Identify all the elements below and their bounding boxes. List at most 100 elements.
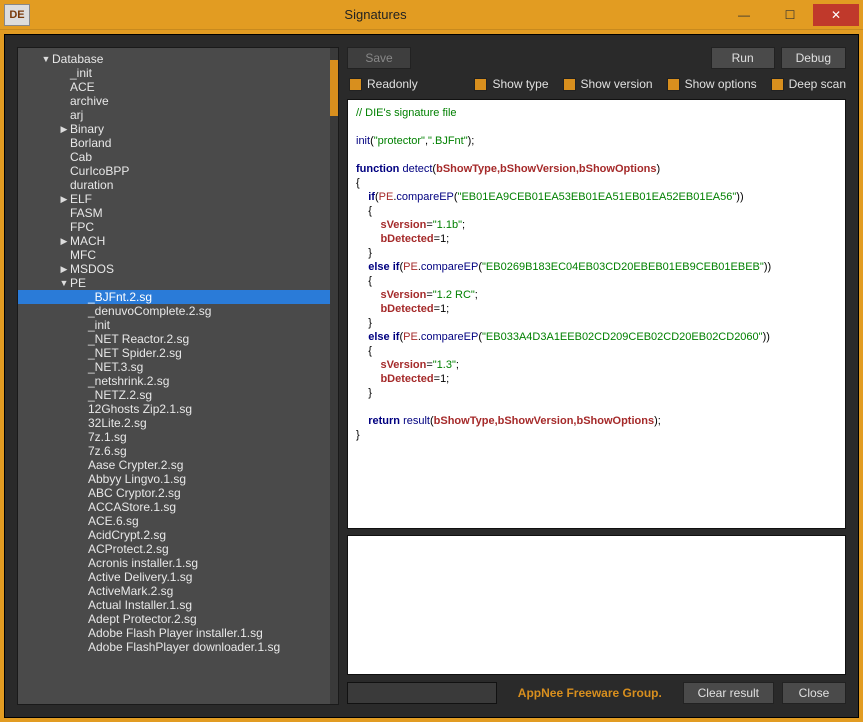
chevron-down-icon: ▼ (58, 276, 70, 290)
tree-item[interactable]: _denuvoComplete.2.sg (18, 304, 330, 318)
code-editor[interactable]: // DIE's signature file init("protector"… (347, 99, 846, 529)
tree-item-label: archive (70, 94, 109, 108)
tree-item-label: MACH (70, 234, 105, 248)
tree-item[interactable]: ▶Binary (18, 122, 330, 136)
tree-item[interactable]: ACE (18, 80, 330, 94)
checkbox-icon (474, 78, 487, 91)
show-version-checkbox[interactable]: Show version (563, 77, 653, 91)
checkbox-icon (563, 78, 576, 91)
show-version-label: Show version (581, 77, 653, 91)
tree-item[interactable]: _NET.3.sg (18, 360, 330, 374)
tree-item[interactable]: ACE.6.sg (18, 514, 330, 528)
tree-item[interactable]: Adept Protector.2.sg (18, 612, 330, 626)
chevron-down-icon: ▼ (40, 52, 52, 66)
tree-item[interactable]: Adobe Flash Player installer.1.sg (18, 626, 330, 640)
tree-item[interactable]: ACCAStore.1.sg (18, 500, 330, 514)
tree-item-label: FPC (70, 220, 94, 234)
tree-item-label: Abbyy Lingvo.1.sg (88, 472, 186, 486)
tree-item[interactable]: 7z.6.sg (18, 444, 330, 458)
minimize-button[interactable]: — (721, 4, 767, 26)
chevron-right-icon: ▶ (58, 192, 70, 206)
tree-item-label: _denuvoComplete.2.sg (88, 304, 211, 318)
tree-item[interactable]: ▼PE (18, 276, 330, 290)
tree-item[interactable]: ▼Database (18, 52, 330, 66)
tree-scrollbar[interactable] (330, 48, 338, 704)
chevron-right-icon: ▶ (58, 122, 70, 136)
show-type-label: Show type (492, 77, 548, 91)
tree-item-label: FASM (70, 206, 103, 220)
tree-item[interactable]: _NET Spider.2.sg (18, 346, 330, 360)
tree-item-label: 7z.6.sg (88, 444, 127, 458)
tree-item[interactable]: Adobe FlashPlayer downloader.1.sg (18, 640, 330, 654)
tree-item-label: 12Ghosts Zip2.1.sg (88, 402, 192, 416)
tree-item-label: Active Delivery.1.sg (88, 570, 192, 584)
tree-item-label: ActiveMark.2.sg (88, 584, 173, 598)
tree-item-label: _netshrink.2.sg (88, 374, 169, 388)
tree-item-label: ACE (70, 80, 95, 94)
signature-tree[interactable]: ▼Database_initACEarchivearj▶BinaryBorlan… (18, 48, 330, 704)
brand-label: AppNee Freeware Group. (505, 686, 675, 700)
tree-item[interactable]: Borland (18, 136, 330, 150)
tree-item[interactable]: 32Lite.2.sg (18, 416, 330, 430)
tree-item[interactable]: arj (18, 108, 330, 122)
tree-item[interactable]: _BJFnt.2.sg (18, 290, 330, 304)
tree-item-label: _NET Reactor.2.sg (88, 332, 189, 346)
tree-item-label: Adobe FlashPlayer downloader.1.sg (88, 640, 280, 654)
tree-item-label: _NET Spider.2.sg (88, 346, 182, 360)
main-panel: ▼Database_initACEarchivearj▶BinaryBorlan… (4, 34, 859, 718)
window-close-button[interactable]: ✕ (813, 4, 859, 26)
tree-item[interactable]: 12Ghosts Zip2.1.sg (18, 402, 330, 416)
tree-item-label: 32Lite.2.sg (88, 416, 147, 430)
tree-item-label: Binary (70, 122, 104, 136)
maximize-button[interactable]: ☐ (767, 4, 813, 26)
tree-item-label: MFC (70, 248, 96, 262)
tree-item-label: PE (70, 276, 86, 290)
tree-item[interactable]: ▶ELF (18, 192, 330, 206)
tree-item[interactable]: FPC (18, 220, 330, 234)
tree-scroll-thumb[interactable] (330, 60, 338, 116)
tree-item[interactable]: AcidCrypt.2.sg (18, 528, 330, 542)
tree-item[interactable]: ActiveMark.2.sg (18, 584, 330, 598)
show-options-checkbox[interactable]: Show options (667, 77, 757, 91)
tree-item-label: 7z.1.sg (88, 430, 127, 444)
tree-item[interactable]: 7z.1.sg (18, 430, 330, 444)
clear-result-button[interactable]: Clear result (683, 682, 774, 704)
tree-item[interactable]: Cab (18, 150, 330, 164)
tree-item[interactable]: ABC Cryptor.2.sg (18, 486, 330, 500)
run-button[interactable]: Run (711, 47, 775, 69)
search-input[interactable] (347, 682, 497, 704)
tree-item-label: ACProtect.2.sg (88, 542, 169, 556)
tree-item[interactable]: Acronis installer.1.sg (18, 556, 330, 570)
output-panel[interactable] (347, 535, 846, 675)
deep-scan-label: Deep scan (789, 77, 846, 91)
chevron-right-icon: ▶ (58, 262, 70, 276)
readonly-checkbox[interactable]: Readonly (349, 77, 418, 91)
tree-item[interactable]: _NET Reactor.2.sg (18, 332, 330, 346)
tree-item[interactable]: Actual Installer.1.sg (18, 598, 330, 612)
tree-item[interactable]: ▶MACH (18, 234, 330, 248)
tree-item[interactable]: _netshrink.2.sg (18, 374, 330, 388)
tree-item[interactable]: archive (18, 94, 330, 108)
checkbox-icon (667, 78, 680, 91)
window-title: Signatures (30, 7, 721, 22)
tree-item[interactable]: duration (18, 178, 330, 192)
deep-scan-checkbox[interactable]: Deep scan (771, 77, 846, 91)
tree-item[interactable]: _init (18, 318, 330, 332)
tree-item[interactable]: Active Delivery.1.sg (18, 570, 330, 584)
tree-item-label: Adept Protector.2.sg (88, 612, 197, 626)
show-options-label: Show options (685, 77, 757, 91)
tree-item[interactable]: ▶MSDOS (18, 262, 330, 276)
tree-item[interactable]: _init (18, 66, 330, 80)
tree-item[interactable]: ACProtect.2.sg (18, 542, 330, 556)
tree-item[interactable]: FASM (18, 206, 330, 220)
tree-item[interactable]: MFC (18, 248, 330, 262)
tree-item[interactable]: _NETZ.2.sg (18, 388, 330, 402)
debug-button[interactable]: Debug (781, 47, 846, 69)
show-type-checkbox[interactable]: Show type (474, 77, 548, 91)
save-button[interactable]: Save (347, 47, 411, 69)
tree-item[interactable]: CurIcoBPP (18, 164, 330, 178)
tree-item[interactable]: Aase Crypter.2.sg (18, 458, 330, 472)
close-button[interactable]: Close (782, 682, 846, 704)
tree-item-label: _BJFnt.2.sg (88, 290, 152, 304)
tree-item[interactable]: Abbyy Lingvo.1.sg (18, 472, 330, 486)
